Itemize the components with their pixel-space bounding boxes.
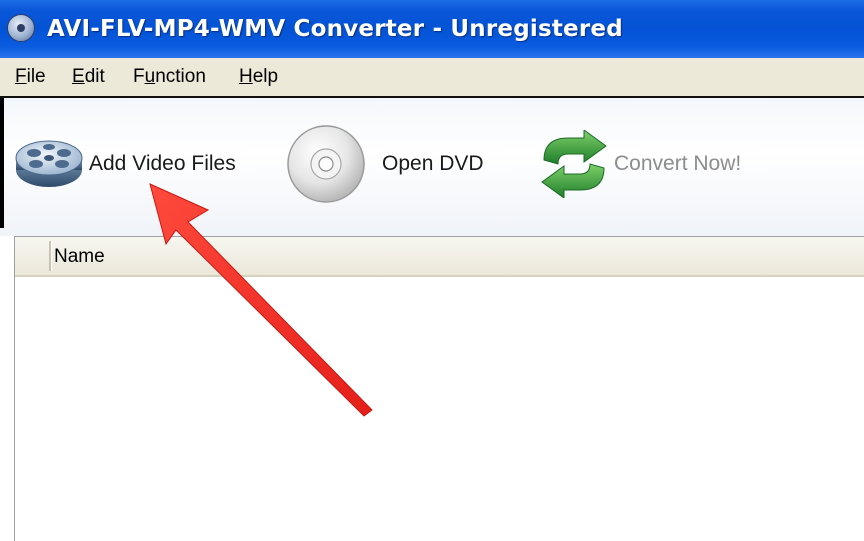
- window-left-border: [0, 98, 4, 228]
- menu-help[interactable]: Help: [239, 58, 278, 96]
- open-dvd-button[interactable]: Open DVD: [282, 98, 502, 236]
- file-list[interactable]: Name: [14, 236, 864, 541]
- film-reel-icon: [15, 140, 83, 187]
- add-video-files-label: Add Video Files: [89, 152, 236, 175]
- menu-bar: File Edit Function Help: [0, 58, 864, 98]
- list-body[interactable]: [15, 277, 864, 541]
- menu-edit[interactable]: Edit: [72, 58, 105, 96]
- column-header-name[interactable]: Name: [54, 237, 105, 275]
- menu-file[interactable]: File: [15, 58, 46, 96]
- window-title: AVI-FLV-MP4-WMV Converter - Unregistered: [47, 16, 623, 42]
- app-icon[interactable]: [7, 14, 35, 42]
- open-dvd-label: Open DVD: [382, 152, 484, 175]
- convert-arrows-icon: [541, 130, 607, 198]
- column-separator[interactable]: [49, 241, 52, 271]
- dvd-disc-icon: [287, 125, 365, 203]
- convert-now-label: Convert Now!: [614, 152, 742, 175]
- convert-now-button[interactable]: Convert Now!: [530, 98, 770, 236]
- title-bar: AVI-FLV-MP4-WMV Converter - Unregistered: [0, 0, 864, 59]
- menu-function[interactable]: Function: [133, 58, 206, 96]
- add-video-files-button[interactable]: Add Video Files: [0, 98, 250, 236]
- toolbar: Add Video Files Open DVD Convert Now!: [0, 98, 864, 236]
- list-header: Name: [15, 237, 864, 277]
